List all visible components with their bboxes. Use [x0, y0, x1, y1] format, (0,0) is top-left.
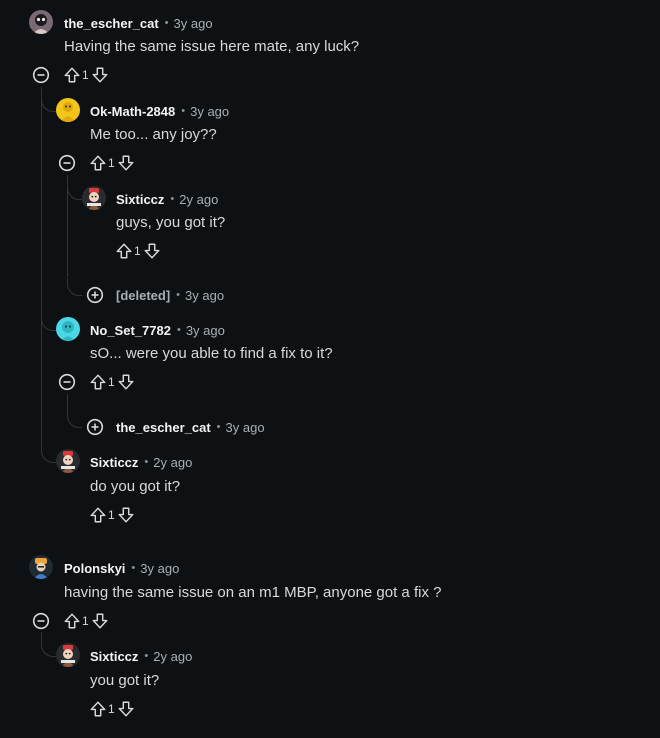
upvote-arrow-icon[interactable]	[89, 373, 107, 391]
comment-meta: Sixticcz • 2y ago	[90, 453, 192, 471]
comment-timestamp[interactable]: 3y ago	[186, 323, 225, 338]
meta-separator: •	[176, 324, 181, 336]
comment-body: guys, you got it?	[116, 214, 226, 231]
downvote-arrow-icon[interactable]	[91, 66, 109, 84]
minus-circle-icon	[58, 373, 76, 391]
collapse-thread-button[interactable]	[58, 154, 76, 172]
user-avatar[interactable]	[56, 98, 80, 122]
comment-author[interactable]: Ok-Math-2848	[90, 104, 175, 119]
thread-connector	[41, 446, 56, 463]
comment-meta: Sixticcz • 2y ago	[90, 647, 192, 665]
comment-timestamp[interactable]: 3y ago	[185, 288, 224, 303]
comment-meta: No_Set_7782 • 3y ago	[90, 321, 225, 339]
comment-timestamp[interactable]: 3y ago	[190, 104, 229, 119]
vote-count: 1	[82, 614, 89, 628]
upvote-arrow-icon[interactable]	[89, 506, 107, 524]
comment-author: [deleted]	[116, 287, 171, 303]
user-avatar[interactable]	[29, 10, 53, 34]
plus-circle-icon	[86, 286, 104, 304]
thread-connector	[67, 183, 82, 200]
comment-author[interactable]: No_Set_7782	[90, 323, 171, 338]
minus-circle-icon	[32, 66, 50, 84]
meta-separator: •	[131, 562, 136, 574]
collapse-thread-button[interactable]	[32, 612, 50, 630]
minus-circle-icon	[58, 154, 76, 172]
expand-thread-button[interactable]	[86, 418, 104, 436]
meta-separator: •	[216, 421, 221, 433]
vote-bar: 1	[89, 699, 135, 719]
vote-count: 1	[108, 375, 115, 389]
comment-timestamp[interactable]: 3y ago	[226, 420, 265, 435]
comment-meta: the_escher_cat • 3y ago	[116, 418, 265, 436]
comment-body: Me too... any joy??	[90, 126, 217, 143]
vote-bar: 1	[115, 241, 161, 261]
meta-separator: •	[181, 105, 186, 117]
user-avatar[interactable]	[29, 555, 53, 579]
thread-connector	[41, 314, 56, 331]
comment-author[interactable]: Sixticcz	[116, 192, 164, 207]
comment-body: sO... were you able to find a fix to it?	[90, 345, 333, 362]
vote-count: 1	[108, 156, 115, 170]
collapse-thread-button[interactable]	[32, 66, 50, 84]
comment-body: do you got it?	[90, 478, 181, 495]
downvote-arrow-icon[interactable]	[91, 612, 109, 630]
upvote-arrow-icon[interactable]	[89, 700, 107, 718]
comment-author[interactable]: Polonskyi	[64, 561, 125, 576]
downvote-arrow-icon[interactable]	[117, 506, 135, 524]
user-avatar[interactable]	[56, 643, 80, 667]
comment-meta: Polonskyi • 3y ago	[64, 559, 179, 577]
downvote-arrow-icon[interactable]	[117, 154, 135, 172]
thread-connector	[67, 410, 82, 428]
comment-author[interactable]: Sixticcz	[90, 649, 138, 664]
vote-count: 1	[108, 702, 115, 716]
upvote-arrow-icon[interactable]	[63, 66, 81, 84]
comment-meta: the_escher_cat • 3y ago	[64, 14, 213, 32]
comment-body: having the same issue on an m1 MBP, anyo…	[64, 584, 442, 601]
user-avatar[interactable]	[56, 317, 80, 341]
expand-thread-button[interactable]	[86, 286, 104, 304]
meta-separator: •	[144, 456, 149, 468]
meta-separator: •	[170, 193, 175, 205]
comment-meta: [deleted] • 3y ago	[116, 286, 224, 304]
comment-meta: Ok-Math-2848 • 3y ago	[90, 102, 229, 120]
downvote-arrow-icon[interactable]	[117, 700, 135, 718]
thread-connector	[41, 95, 56, 112]
user-avatar[interactable]	[56, 449, 80, 473]
upvote-arrow-icon[interactable]	[115, 242, 133, 260]
thread-connector	[41, 640, 56, 657]
comment-body: you got it?	[90, 672, 160, 689]
meta-separator: •	[164, 17, 169, 29]
vote-count: 1	[108, 508, 115, 522]
comment-timestamp[interactable]: 3y ago	[140, 561, 179, 576]
comment-timestamp[interactable]: 2y ago	[179, 192, 218, 207]
thread-line-c1[interactable]	[41, 87, 42, 453]
vote-count: 1	[82, 68, 89, 82]
minus-circle-icon	[32, 612, 50, 630]
vote-bar: 1	[89, 153, 135, 173]
plus-circle-icon	[86, 418, 104, 436]
comment-meta: Sixticcz • 2y ago	[116, 190, 218, 208]
vote-bar: 1	[63, 65, 109, 85]
vote-count: 1	[134, 244, 141, 258]
comment-author[interactable]: the_escher_cat	[116, 420, 211, 435]
upvote-arrow-icon[interactable]	[63, 612, 81, 630]
upvote-arrow-icon[interactable]	[89, 154, 107, 172]
comment-timestamp[interactable]: 2y ago	[153, 649, 192, 664]
downvote-arrow-icon[interactable]	[117, 373, 135, 391]
comment-timestamp[interactable]: 3y ago	[174, 16, 213, 31]
vote-bar: 1	[63, 611, 109, 631]
thread-connector	[67, 278, 82, 296]
vote-bar: 1	[89, 372, 135, 392]
collapse-thread-button[interactable]	[58, 373, 76, 391]
comment-timestamp[interactable]: 2y ago	[153, 455, 192, 470]
meta-separator: •	[144, 650, 149, 662]
comment-body: Having the same issue here mate, any luc…	[64, 38, 360, 55]
meta-separator: •	[176, 289, 181, 301]
comment-author[interactable]: the_escher_cat	[64, 16, 159, 31]
thread-line-c8[interactable]	[41, 632, 42, 640]
comment-author[interactable]: Sixticcz	[90, 455, 138, 470]
vote-bar: 1	[89, 505, 135, 525]
user-avatar[interactable]	[82, 186, 106, 210]
downvote-arrow-icon[interactable]	[143, 242, 161, 260]
